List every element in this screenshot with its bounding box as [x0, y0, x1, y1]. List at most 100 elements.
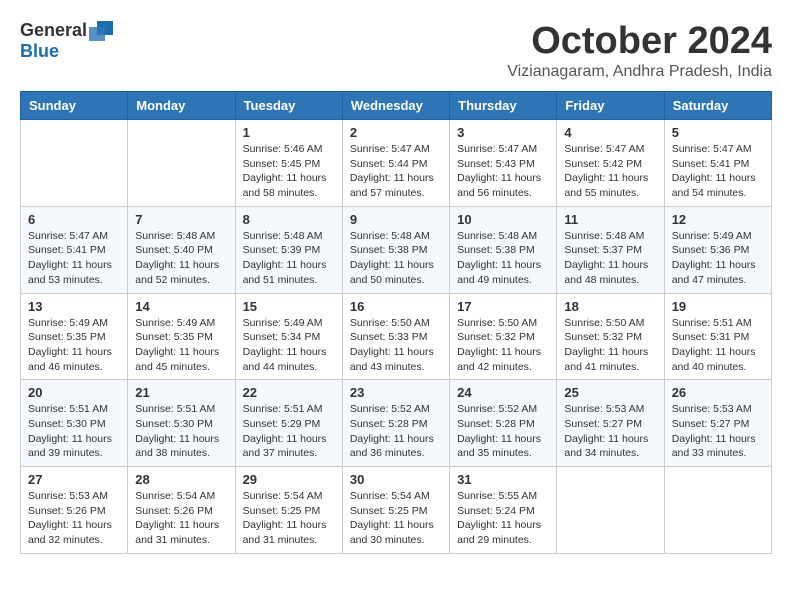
calendar-cell: 7 Sunrise: 5:48 AM Sunset: 5:40 PM Daylig…	[128, 206, 235, 293]
day-number: 28	[135, 472, 227, 487]
calendar-cell: 9 Sunrise: 5:48 AM Sunset: 5:38 PM Daylig…	[342, 206, 449, 293]
calendar-cell: 10 Sunrise: 5:48 AM Sunset: 5:38 PM Dayli…	[450, 206, 557, 293]
day-number: 19	[672, 299, 764, 314]
day-detail: Sunrise: 5:53 AM Sunset: 5:26 PM Dayligh…	[28, 489, 120, 548]
calendar-header-row: SundayMondayTuesdayWednesdayThursdayFrid…	[21, 92, 772, 120]
day-detail: Sunrise: 5:48 AM Sunset: 5:38 PM Dayligh…	[350, 229, 442, 288]
day-detail: Sunrise: 5:55 AM Sunset: 5:24 PM Dayligh…	[457, 489, 549, 548]
calendar-cell: 31 Sunrise: 5:55 AM Sunset: 5:24 PM Dayli…	[450, 467, 557, 554]
calendar-cell: 17 Sunrise: 5:50 AM Sunset: 5:32 PM Dayli…	[450, 293, 557, 380]
day-detail: Sunrise: 5:49 AM Sunset: 5:36 PM Dayligh…	[672, 229, 764, 288]
day-detail: Sunrise: 5:51 AM Sunset: 5:31 PM Dayligh…	[672, 316, 764, 375]
calendar-cell: 26Sunrise: 5:53 AM Sunset: 5:27 PM Dayli…	[664, 380, 771, 467]
calendar-cell: 13 Sunrise: 5:49 AM Sunset: 5:35 PM Dayli…	[21, 293, 128, 380]
calendar-header-tuesday: Tuesday	[235, 92, 342, 120]
calendar-cell	[21, 120, 128, 207]
day-detail: Sunrise: 5:52 AM Sunset: 5:28 PM Dayligh…	[350, 402, 442, 461]
day-number: 30	[350, 472, 442, 487]
calendar-cell: 19 Sunrise: 5:51 AM Sunset: 5:31 PM Dayli…	[664, 293, 771, 380]
day-detail: Sunrise: 5:54 AM Sunset: 5:26 PM Dayligh…	[135, 489, 227, 548]
day-detail: Sunrise: 5:50 AM Sunset: 5:32 PM Dayligh…	[564, 316, 656, 375]
day-number: 24	[457, 385, 549, 400]
day-number: 6	[28, 212, 120, 227]
calendar-cell	[128, 120, 235, 207]
day-detail: Sunrise: 5:47 AM Sunset: 5:43 PM Dayligh…	[457, 142, 549, 201]
day-number: 7	[135, 212, 227, 227]
day-number: 18	[564, 299, 656, 314]
calendar-table: SundayMondayTuesdayWednesdayThursdayFrid…	[20, 91, 772, 554]
calendar-header-thursday: Thursday	[450, 92, 557, 120]
calendar-week-row: 1Sunrise: 5:46 AM Sunset: 5:45 PM Daylig…	[21, 120, 772, 207]
calendar-cell: 30 Sunrise: 5:54 AM Sunset: 5:25 PM Dayli…	[342, 467, 449, 554]
title-block: October 2024 Vizianagaram, Andhra Prades…	[507, 20, 772, 81]
day-number: 1	[243, 125, 335, 140]
day-detail: Sunrise: 5:53 AM Sunset: 5:27 PM Dayligh…	[672, 402, 764, 461]
calendar-cell: 16 Sunrise: 5:50 AM Sunset: 5:33 PM Dayli…	[342, 293, 449, 380]
day-detail: Sunrise: 5:49 AM Sunset: 5:34 PM Dayligh…	[243, 316, 335, 375]
day-number: 11	[564, 212, 656, 227]
logo-icon	[89, 21, 113, 41]
month-title: October 2024	[507, 20, 772, 63]
calendar-header-friday: Friday	[557, 92, 664, 120]
calendar-header-saturday: Saturday	[664, 92, 771, 120]
calendar-cell: 18 Sunrise: 5:50 AM Sunset: 5:32 PM Dayli…	[557, 293, 664, 380]
day-detail: Sunrise: 5:48 AM Sunset: 5:37 PM Dayligh…	[564, 229, 656, 288]
calendar-cell: 6 Sunrise: 5:47 AM Sunset: 5:41 PM Daylig…	[21, 206, 128, 293]
day-number: 4	[564, 125, 656, 140]
day-number: 23	[350, 385, 442, 400]
logo-blue-text: Blue	[20, 41, 59, 62]
day-detail: Sunrise: 5:47 AM Sunset: 5:44 PM Dayligh…	[350, 142, 442, 201]
calendar-week-row: 27 Sunrise: 5:53 AM Sunset: 5:26 PM Dayli…	[21, 467, 772, 554]
day-number: 25	[564, 385, 656, 400]
day-detail: Sunrise: 5:48 AM Sunset: 5:38 PM Dayligh…	[457, 229, 549, 288]
day-number: 27	[28, 472, 120, 487]
day-detail: Sunrise: 5:51 AM Sunset: 5:29 PM Dayligh…	[243, 402, 335, 461]
day-detail: Sunrise: 5:50 AM Sunset: 5:33 PM Dayligh…	[350, 316, 442, 375]
day-number: 21	[135, 385, 227, 400]
day-detail: Sunrise: 5:47 AM Sunset: 5:41 PM Dayligh…	[28, 229, 120, 288]
calendar-cell: 28 Sunrise: 5:54 AM Sunset: 5:26 PM Dayli…	[128, 467, 235, 554]
day-detail: Sunrise: 5:47 AM Sunset: 5:42 PM Dayligh…	[564, 142, 656, 201]
day-number: 20	[28, 385, 120, 400]
day-number: 15	[243, 299, 335, 314]
calendar-cell: 24Sunrise: 5:52 AM Sunset: 5:28 PM Dayli…	[450, 380, 557, 467]
logo-general-text: General	[20, 20, 87, 41]
calendar-week-row: 6 Sunrise: 5:47 AM Sunset: 5:41 PM Daylig…	[21, 206, 772, 293]
day-number: 31	[457, 472, 549, 487]
day-detail: Sunrise: 5:50 AM Sunset: 5:32 PM Dayligh…	[457, 316, 549, 375]
location-text: Vizianagaram, Andhra Pradesh, India	[507, 63, 772, 81]
calendar-cell: 4 Sunrise: 5:47 AM Sunset: 5:42 PM Daylig…	[557, 120, 664, 207]
day-number: 29	[243, 472, 335, 487]
page-header: General Blue October 2024 Vizianagaram, …	[20, 20, 772, 81]
calendar-cell: 1Sunrise: 5:46 AM Sunset: 5:45 PM Daylig…	[235, 120, 342, 207]
day-detail: Sunrise: 5:48 AM Sunset: 5:40 PM Dayligh…	[135, 229, 227, 288]
day-number: 12	[672, 212, 764, 227]
calendar-cell: 12 Sunrise: 5:49 AM Sunset: 5:36 PM Dayli…	[664, 206, 771, 293]
day-number: 16	[350, 299, 442, 314]
calendar-cell: 3 Sunrise: 5:47 AM Sunset: 5:43 PM Daylig…	[450, 120, 557, 207]
calendar-header-wednesday: Wednesday	[342, 92, 449, 120]
day-number: 13	[28, 299, 120, 314]
day-detail: Sunrise: 5:49 AM Sunset: 5:35 PM Dayligh…	[28, 316, 120, 375]
day-number: 17	[457, 299, 549, 314]
day-detail: Sunrise: 5:53 AM Sunset: 5:27 PM Dayligh…	[564, 402, 656, 461]
day-number: 14	[135, 299, 227, 314]
calendar-cell: 2 Sunrise: 5:47 AM Sunset: 5:44 PM Daylig…	[342, 120, 449, 207]
calendar-cell: 25 Sunrise: 5:53 AM Sunset: 5:27 PM Dayli…	[557, 380, 664, 467]
calendar-cell: 21Sunrise: 5:51 AM Sunset: 5:30 PM Dayli…	[128, 380, 235, 467]
day-detail: Sunrise: 5:49 AM Sunset: 5:35 PM Dayligh…	[135, 316, 227, 375]
calendar-cell	[664, 467, 771, 554]
calendar-header-monday: Monday	[128, 92, 235, 120]
calendar-cell: 15 Sunrise: 5:49 AM Sunset: 5:34 PM Dayli…	[235, 293, 342, 380]
calendar-week-row: 13 Sunrise: 5:49 AM Sunset: 5:35 PM Dayli…	[21, 293, 772, 380]
calendar-cell	[557, 467, 664, 554]
day-number: 5	[672, 125, 764, 140]
day-detail: Sunrise: 5:54 AM Sunset: 5:25 PM Dayligh…	[350, 489, 442, 548]
day-number: 9	[350, 212, 442, 227]
calendar-cell: 20Sunrise: 5:51 AM Sunset: 5:30 PM Dayli…	[21, 380, 128, 467]
day-number: 3	[457, 125, 549, 140]
day-number: 2	[350, 125, 442, 140]
calendar-cell: 14 Sunrise: 5:49 AM Sunset: 5:35 PM Dayli…	[128, 293, 235, 380]
day-number: 10	[457, 212, 549, 227]
calendar-cell: 8Sunrise: 5:48 AM Sunset: 5:39 PM Daylig…	[235, 206, 342, 293]
